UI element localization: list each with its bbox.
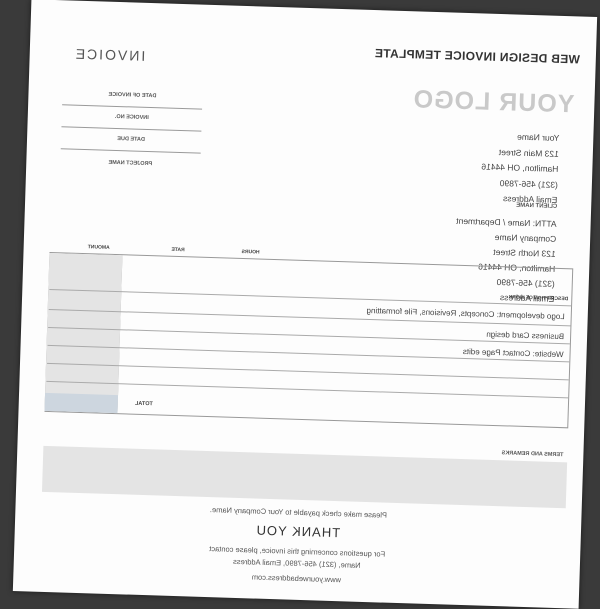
- sender-city: Hamilton, OH 44416: [481, 161, 559, 174]
- client-name-label: CLIENT NAME: [516, 202, 558, 210]
- invoice-number-line: [61, 126, 202, 132]
- invoice-heading: INVOICE: [73, 45, 146, 64]
- invoice-sheet: WEB DESIGN INVOICE TEMPLATE YOUR LOGO IN…: [12, 0, 598, 609]
- invoice-number-label: INVOICE NO.: [114, 113, 149, 121]
- total-cell: [44, 392, 119, 414]
- line-items-table: Logo development: Concepts, Revisions, F…: [44, 251, 574, 429]
- date-due-label: DATE DUE: [117, 136, 146, 143]
- logo-placeholder: YOUR LOGO: [412, 85, 575, 119]
- terms-box: [41, 445, 568, 509]
- project-name-label: PROJECT NAME: [108, 159, 153, 168]
- client-attn: ATTN: Name / Department: [456, 215, 557, 229]
- sender-address: Your Name 123 Main Street Hamilton, OH 4…: [480, 128, 559, 208]
- document-title: WEB DESIGN INVOICE TEMPLATE: [374, 46, 581, 67]
- invoice-content: WEB DESIGN INVOICE TEMPLATE YOUR LOGO IN…: [13, 0, 597, 609]
- terms-label: TERMS AND REMARKS: [501, 450, 564, 459]
- rate-header: RATE: [171, 246, 185, 254]
- amount-header: AMOUNT: [87, 244, 110, 251]
- amount-column: [44, 252, 123, 414]
- hours-header: HOURS: [241, 248, 260, 256]
- date-of-invoice-line: [62, 104, 203, 110]
- total-label: TOTAL: [134, 400, 153, 408]
- date-of-invoice-label: DATE OF INVOICE: [108, 91, 157, 100]
- date-due-line: [60, 148, 201, 154]
